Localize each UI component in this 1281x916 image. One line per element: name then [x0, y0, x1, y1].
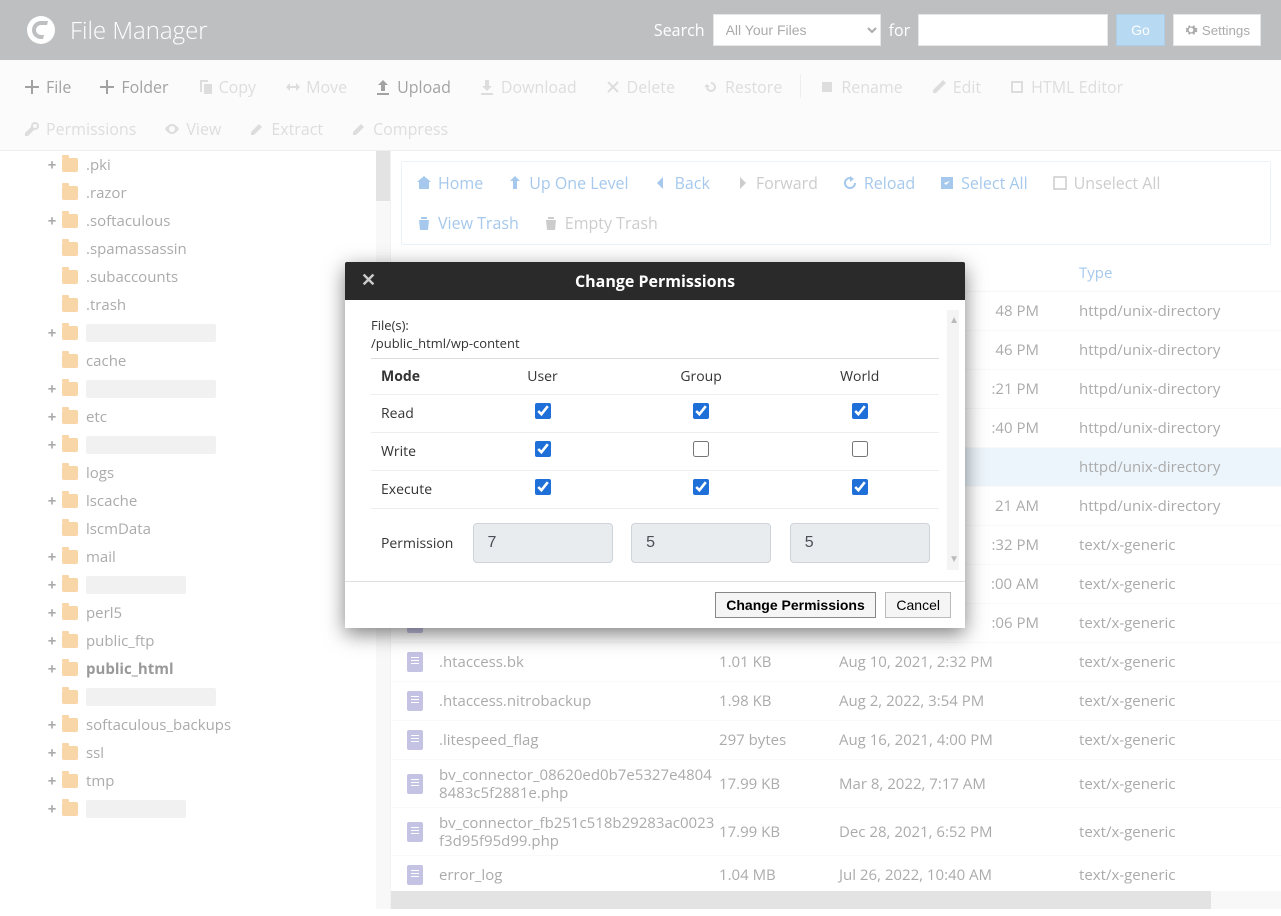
scroll-down-icon[interactable]: ▼ — [949, 551, 959, 565]
execute-world-checkbox[interactable] — [852, 479, 868, 495]
file-path: /public_html/wp-content — [371, 334, 939, 352]
dialog-title: Change Permissions — [575, 270, 735, 292]
close-icon[interactable]: ✕ — [361, 268, 376, 292]
change-permissions-button[interactable]: Change Permissions — [715, 592, 876, 618]
dialog-scrollbar[interactable] — [947, 310, 959, 570]
row-read-label: Read — [371, 395, 463, 433]
files-label: File(s): — [371, 316, 939, 334]
permission-group-input[interactable] — [631, 523, 771, 563]
header-world: World — [780, 359, 939, 395]
header-mode: Mode — [371, 359, 463, 395]
read-group-checkbox[interactable] — [693, 403, 709, 419]
write-user-checkbox[interactable] — [535, 441, 551, 457]
write-world-checkbox[interactable] — [852, 441, 868, 457]
header-user: User — [463, 359, 622, 395]
read-world-checkbox[interactable] — [852, 403, 868, 419]
write-group-checkbox[interactable] — [693, 441, 709, 457]
dialog-title-bar: ✕ Change Permissions — [345, 262, 965, 300]
header-group: Group — [622, 359, 781, 395]
row-write-label: Write — [371, 433, 463, 471]
permission-user-input[interactable] — [473, 523, 613, 563]
scroll-up-icon[interactable]: ▲ — [949, 312, 959, 326]
execute-group-checkbox[interactable] — [693, 479, 709, 495]
permission-label: Permission — [371, 509, 463, 572]
cancel-button[interactable]: Cancel — [885, 592, 951, 618]
execute-user-checkbox[interactable] — [535, 479, 551, 495]
permissions-table: Mode User Group World Read Write — [371, 358, 939, 571]
read-user-checkbox[interactable] — [535, 403, 551, 419]
change-permissions-dialog: ✕ Change Permissions File(s): /public_ht… — [345, 262, 965, 628]
row-execute-label: Execute — [371, 471, 463, 509]
permission-world-input[interactable] — [790, 523, 930, 563]
